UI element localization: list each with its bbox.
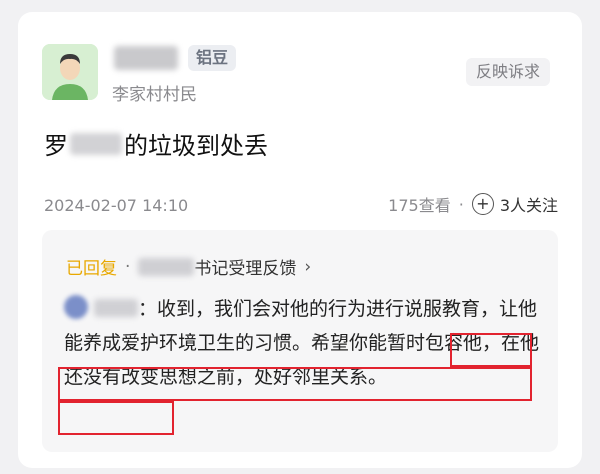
reply-role: 书记受理反馈 [194,259,297,279]
chevron-right-icon[interactable]: › [304,257,311,277]
highlight-box-1 [450,333,532,367]
official-avatar-icon [64,295,88,319]
reply-status: 已回复 [66,259,117,279]
official-name-redacted [138,257,195,276]
user-badge: 铝豆 [188,45,237,71]
user-role: 李家村村民 [112,85,197,105]
post-title: 罗 的垃圾到处丢 [44,126,268,161]
follow-count[interactable]: 3人关注 [500,192,558,216]
post-title-prefix: 罗 [44,132,68,160]
post-title-suffix: 的垃圾到处丢 [124,132,268,160]
highlight-box-3 [58,401,174,435]
reply-box[interactable]: 已回复 · 书记受理反馈 › ：收到，我们会对他的行为进行说服教育，让他能养成爱… [42,230,558,452]
post-date: 2024-02-07 14:10 [44,196,189,215]
user-avatar-icon[interactable] [42,44,98,100]
view-count: 175查看 [388,196,451,215]
username-redacted [114,46,178,70]
title-redacted [70,132,122,155]
post-card: 铝豆 李家村村民 反映诉求 罗 的垃圾到处丢 2024-02-07 14:10 … [18,12,582,468]
official-name-small-redacted [94,299,138,317]
reply-header[interactable]: 已回复 · 书记受理反馈 › [66,254,311,280]
plus-circle-icon[interactable]: + [471,193,494,215]
post-stats: 175查看 · + 3人关注 [388,192,558,216]
reply-separator: · [125,256,131,277]
separator-dot: · [458,194,464,214]
reply-colon: ： [138,298,158,320]
report-button[interactable]: 反映诉求 [466,58,551,86]
highlight-box-2 [58,367,532,401]
